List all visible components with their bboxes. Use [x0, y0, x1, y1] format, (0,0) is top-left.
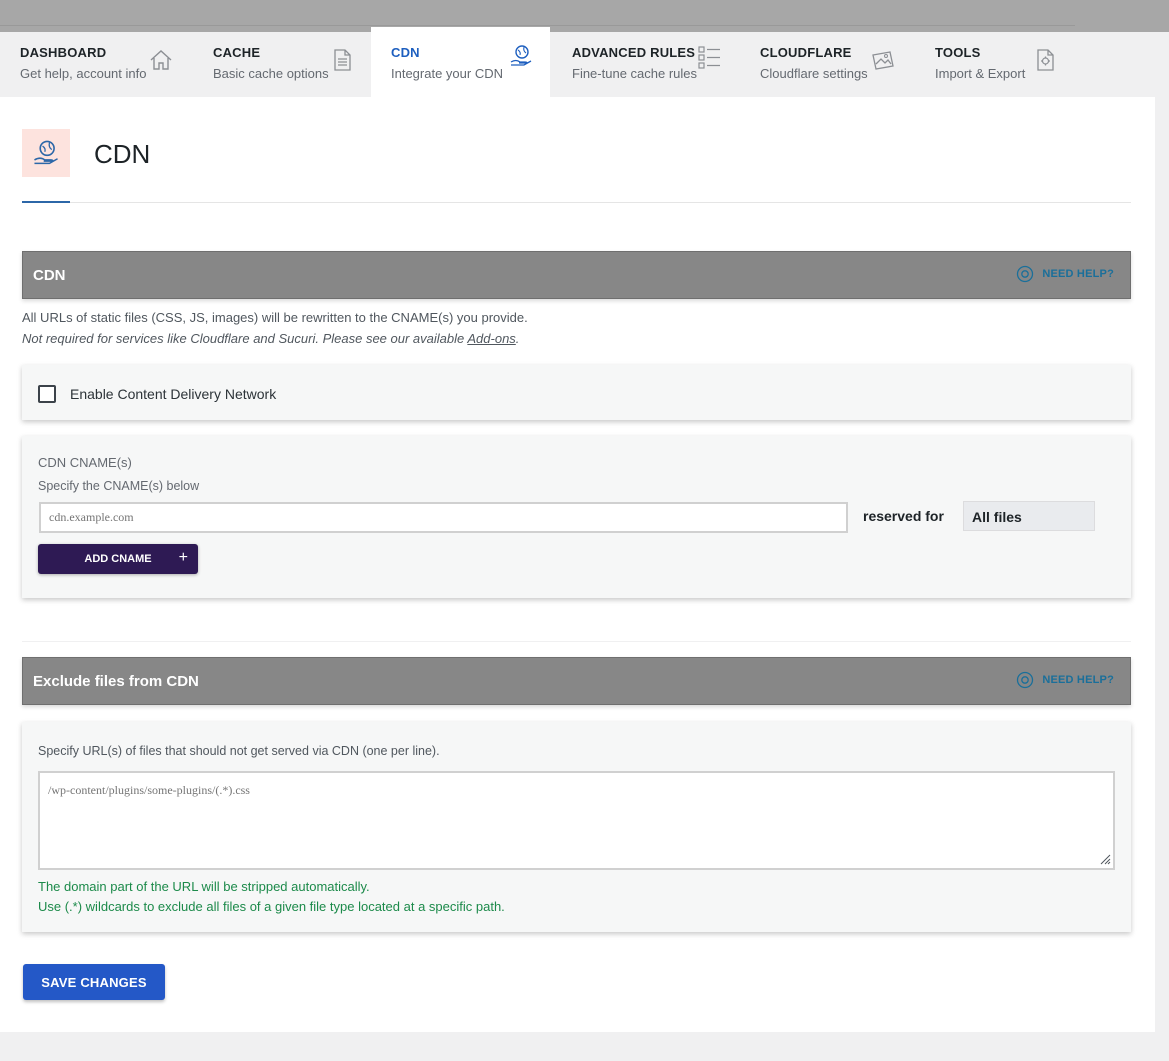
enable-cdn-checkbox[interactable] [38, 385, 56, 403]
exclude-urls-textarea[interactable] [38, 771, 1115, 870]
tab-cloudflare[interactable]: CLOUDFLARE Cloudflare settings [740, 27, 918, 97]
tab-dashboard[interactable]: DASHBOARD Get help, account info [0, 27, 185, 97]
page-icon-box [22, 129, 70, 177]
gear-document-icon [1037, 49, 1054, 71]
add-cname-label: ADD CNAME [84, 553, 152, 565]
cname-label: CDN CNAME(s) [38, 455, 132, 470]
enable-cdn-label[interactable]: Enable Content Delivery Network [70, 386, 276, 402]
section-title: Exclude files from CDN [33, 673, 199, 690]
exclude-label: Specify URL(s) of files that should not … [38, 744, 440, 758]
add-cname-button[interactable]: ADD CNAME + [38, 544, 198, 574]
description-note: Not required for services like Cloudflar… [22, 331, 465, 346]
need-help-link[interactable]: NEED HELP? [1016, 671, 1114, 689]
cname-card: CDN CNAME(s) Specify the CNAME(s) below … [22, 436, 1131, 598]
home-icon [150, 50, 172, 70]
save-changes-button[interactable]: SAVE CHANGES [23, 964, 165, 1000]
resize-handle-icon[interactable] [1099, 853, 1111, 865]
section-divider [22, 641, 1131, 642]
checklist-icon [698, 46, 720, 69]
need-help-label: NEED HELP? [1042, 674, 1114, 686]
exclude-card: Specify URL(s) of files that should not … [22, 722, 1131, 932]
description-period: . [515, 331, 520, 346]
main-tabs: DASHBOARD Get help, account info CACHE B… [0, 27, 1169, 97]
section-title: CDN [33, 267, 66, 284]
tab-tools[interactable]: TOOLS Import & Export [915, 27, 1065, 97]
tab-advanced-rules[interactable]: ADVANCED RULES Fine-tune cache rules [552, 27, 732, 97]
add-ons-link[interactable]: Add-ons [467, 331, 515, 346]
cname-hint: Specify the CNAME(s) below [38, 479, 200, 493]
tab-cache[interactable]: CACHE Basic cache options [193, 27, 363, 97]
globe-hand-icon [34, 140, 58, 165]
reserved-for-select[interactable]: All files [963, 501, 1095, 531]
cname-input[interactable] [39, 502, 848, 533]
settings-panel: CDN CDN NEED HELP? All URLs of static fi… [0, 97, 1155, 1032]
exclude-help-wildcard: Use (.*) wildcards to exclude all files … [38, 899, 505, 914]
help-icon [1017, 265, 1034, 283]
page-header: CDN [22, 129, 1131, 203]
top-bar-divider [0, 25, 1075, 26]
tab-cdn[interactable]: CDN Integrate your CDN [371, 27, 550, 97]
globe-hand-icon [510, 45, 532, 66]
reserved-for-label: reserved for [863, 508, 944, 524]
enable-cdn-card: Enable Content Delivery Network [22, 365, 1131, 420]
exclude-help-domain: The domain part of the URL will be strip… [38, 879, 370, 894]
header-accent-line [22, 201, 70, 203]
document-icon [334, 49, 351, 71]
description-line: All URLs of static files (CSS, JS, image… [22, 310, 528, 325]
help-icon [1017, 671, 1034, 689]
cdn-section-header: CDN NEED HELP? [22, 251, 1131, 299]
need-help-label: NEED HELP? [1042, 268, 1114, 280]
exclude-section-header: Exclude files from CDN NEED HELP? [22, 657, 1131, 705]
cloudflare-icon [872, 51, 894, 70]
page-title: CDN [94, 139, 151, 169]
plus-icon: + [178, 549, 188, 566]
need-help-link[interactable]: NEED HELP? [1016, 265, 1114, 283]
cdn-description: All URLs of static files (CSS, JS, image… [22, 307, 528, 349]
